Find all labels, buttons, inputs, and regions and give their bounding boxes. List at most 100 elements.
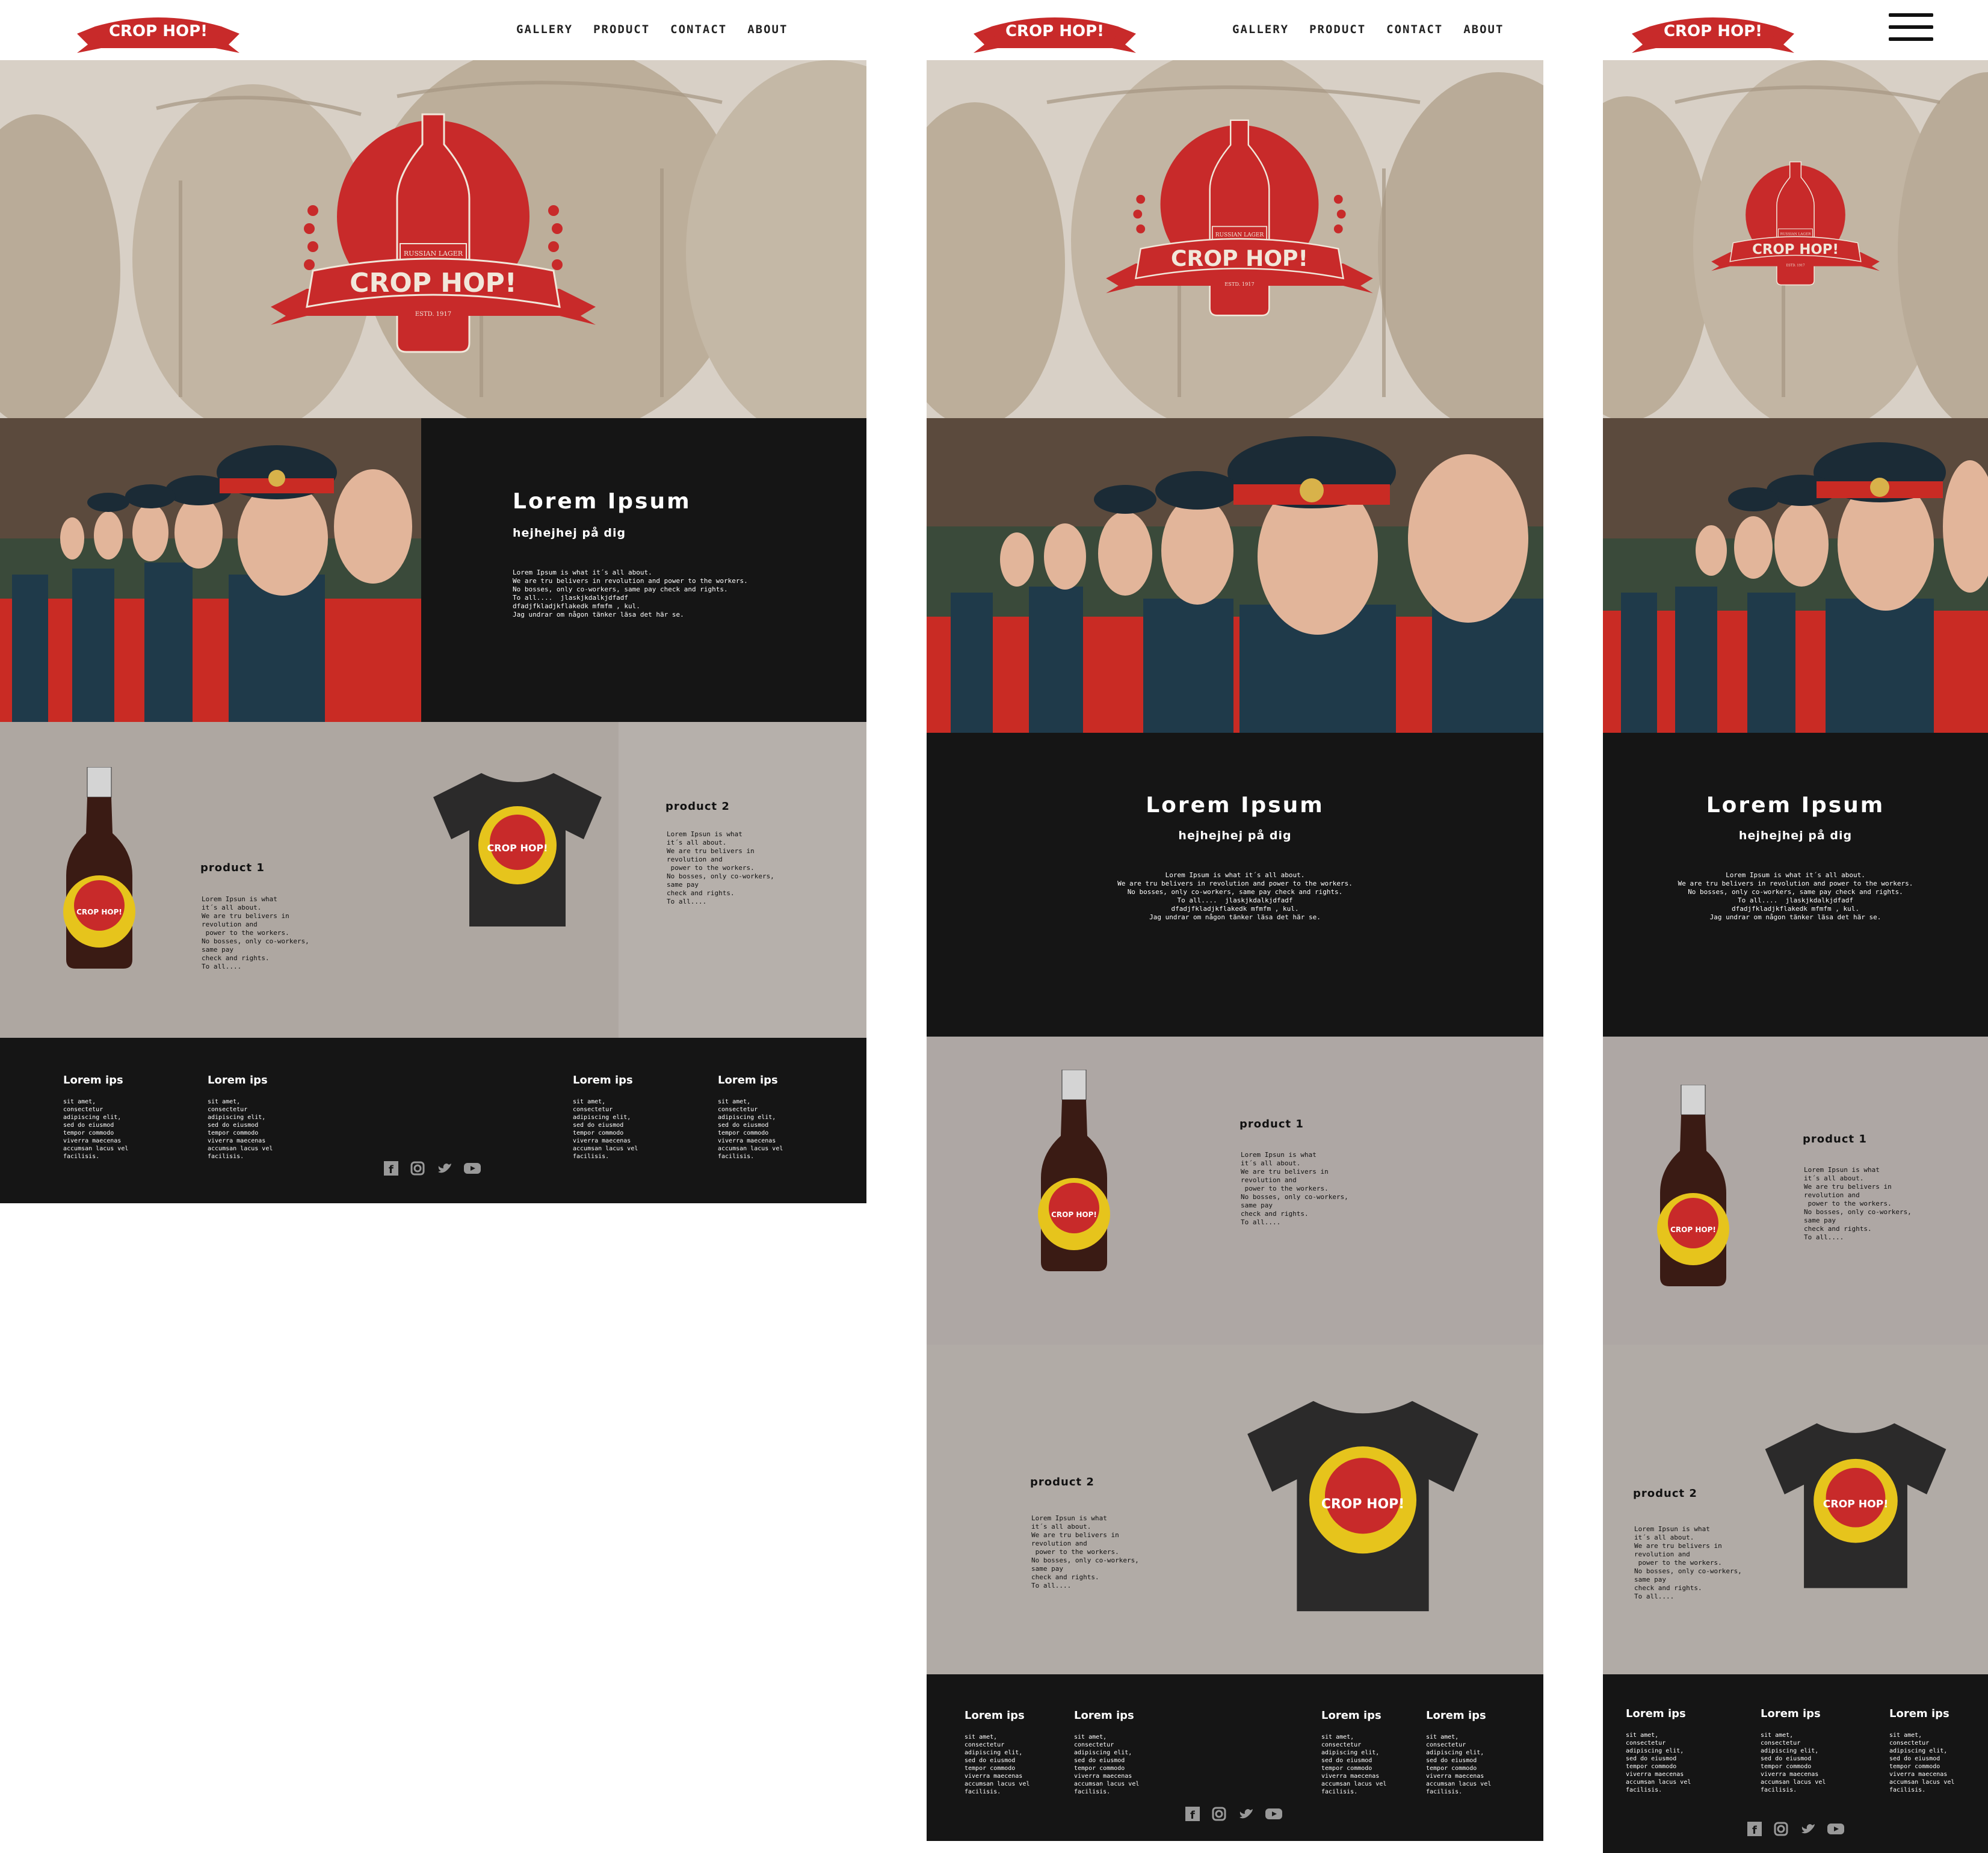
footer-col-4-body: sit amet, consectetur adipiscing elit, s… — [718, 1099, 783, 1160]
nav-links: GALLERY PRODUCT CONTACT ABOUT — [516, 23, 788, 36]
beer-bottle-image: CROP HOP! — [1657, 1085, 1729, 1286]
about-body: Lorem Ipsum is what it´s all about. We a… — [1117, 871, 1353, 921]
facebook-icon[interactable]: f — [1185, 1807, 1201, 1822]
about-title: Lorem Ipsum — [1146, 793, 1324, 818]
about-subtitle: hejhejhej på dig — [1738, 829, 1853, 842]
footer-col-2-heading: Lorem ips — [1761, 1707, 1821, 1720]
hero-banner: RUSSIAN LAGER CROP HOP! ESTD. 1917 — [1603, 60, 1988, 418]
tshirt-image: CROP HOP! — [1765, 1423, 1946, 1588]
youtube-icon[interactable] — [1265, 1807, 1282, 1820]
youtube-icon[interactable] — [1827, 1822, 1844, 1835]
svg-text:ESTD. 1917: ESTD. 1917 — [415, 311, 451, 318]
nav-contact[interactable]: CONTACT — [670, 23, 727, 36]
svg-text:CROP HOP!: CROP HOP! — [109, 22, 208, 40]
about-body: Lorem Ipsum is what it´s all about. We a… — [1678, 871, 1913, 921]
footer: Lorem ips sit amet, consectetur adipisci… — [927, 1674, 1543, 1841]
footer-col-2-body: sit amet, consectetur adipiscing elit, s… — [208, 1099, 273, 1160]
soldiers-photo — [927, 418, 1543, 733]
product-1-body: Lorem Ipsun is what it´s all about. We a… — [202, 895, 309, 970]
product-2-title: product 2 — [1633, 1487, 1697, 1500]
svg-text:CROP HOP!: CROP HOP! — [1823, 1498, 1888, 1510]
svg-text:f: f — [1190, 1809, 1195, 1821]
social-links: f — [1747, 1822, 1844, 1837]
footer-col-3-body: sit amet, consectetur adipiscing elit, s… — [573, 1099, 638, 1160]
beer-bottle-image: CROP HOP! — [63, 767, 135, 969]
svg-text:f: f — [1752, 1824, 1757, 1836]
nav-product[interactable]: PRODUCT — [593, 23, 650, 36]
svg-text:CROP HOP!: CROP HOP! — [1321, 1497, 1404, 1512]
svg-text:CROP HOP!: CROP HOP! — [1670, 1226, 1716, 1234]
about-section: Lorem Ipsum hejhejhej på dig Lorem Ipsum… — [421, 418, 866, 722]
product-1-section: CROP HOP! product 1 Lorem Ipsun is what … — [1603, 1037, 1988, 1345]
about-section: Lorem Ipsum hejhejhej på dig Lorem Ipsum… — [927, 733, 1543, 1037]
product-2-body: Lorem Ipsun is what it´s all about. We a… — [667, 830, 774, 905]
nav-gallery[interactable]: GALLERY — [516, 23, 573, 36]
instagram-icon[interactable] — [1774, 1822, 1789, 1836]
svg-text:f: f — [389, 1164, 394, 1176]
product-1-title: product 1 — [200, 862, 265, 874]
svg-text:ESTD. 1917: ESTD. 1917 — [1786, 264, 1804, 268]
footer-col-2-body: sit amet, consectetur adipiscing elit, s… — [1074, 1734, 1140, 1795]
svg-text:CROP HOP!: CROP HOP! — [350, 268, 517, 298]
tshirt-image: CROP HOP! — [1247, 1401, 1478, 1612]
hamburger-menu-icon[interactable] — [1889, 13, 1933, 43]
svg-text:CROP HOP!: CROP HOP! — [1664, 22, 1762, 40]
about-section: Lorem Ipsum hejhejhej på dig Lorem Ipsum… — [1603, 733, 1988, 1037]
nav-links: GALLERY PRODUCT CONTACT ABOUT — [1232, 23, 1504, 36]
footer-col-3-body: sit amet, consectetur adipiscing elit, s… — [1321, 1734, 1387, 1795]
facebook-icon[interactable]: f — [1747, 1822, 1763, 1837]
svg-text:ESTD. 1917: ESTD. 1917 — [1224, 281, 1254, 287]
footer-col-4-heading: Lorem ips — [1426, 1709, 1486, 1722]
svg-text:CROP HOP!: CROP HOP! — [1752, 242, 1839, 257]
nav-bar: CROP HOP! GALLERY PRODUCT CONTACT ABOUT — [927, 0, 1543, 60]
youtube-icon[interactable] — [463, 1161, 481, 1174]
nav-gallery[interactable]: GALLERY — [1232, 23, 1289, 36]
footer-col-2-body: sit amet, consectetur adipiscing elit, s… — [1761, 1732, 1826, 1793]
twitter-icon[interactable] — [1238, 1807, 1254, 1820]
footer-col-1-heading: Lorem ips — [965, 1709, 1025, 1722]
footer-col-3-heading: Lorem ips — [1889, 1707, 1949, 1720]
nav-bar: CROP HOP! GALLERY PRODUCT CONTACT ABOUT — [0, 0, 866, 60]
product-2-title: product 2 — [1030, 1476, 1094, 1488]
beer-bottle-image: CROP HOP! — [1038, 1070, 1110, 1271]
instagram-icon[interactable] — [1212, 1807, 1227, 1821]
footer-col-1-body: sit amet, consectetur adipiscing elit, s… — [965, 1734, 1030, 1795]
hero-banner: RUSSIAN LAGER CROP HOP! ESTD. 1917 — [927, 60, 1543, 418]
instagram-icon[interactable] — [410, 1161, 426, 1176]
hero-badge-logo: RUSSIAN LAGER CROP HOP! ESTD. 1917 — [271, 113, 596, 353]
svg-text:RUSSIAN LAGER: RUSSIAN LAGER — [1215, 232, 1264, 238]
twitter-icon[interactable] — [437, 1161, 452, 1174]
footer: Lorem ips sit amet, consectetur adipisci… — [0, 1038, 866, 1203]
nav-about[interactable]: ABOUT — [747, 23, 788, 36]
nav-contact[interactable]: CONTACT — [1386, 23, 1443, 36]
footer-col-1-body: sit amet, consectetur adipiscing elit, s… — [63, 1099, 129, 1160]
footer-col-1-body: sit amet, consectetur adipiscing elit, s… — [1626, 1732, 1691, 1793]
about-body: Lorem Ipsum is what it´s all about. We a… — [513, 569, 748, 618]
tshirt-image: CROP HOP! — [433, 773, 602, 926]
products-section: CROP HOP! product 1 Lorem Ipsun is what … — [0, 722, 866, 1038]
svg-text:RUSSIAN LAGER: RUSSIAN LAGER — [404, 250, 463, 257]
footer-col-2-heading: Lorem ips — [208, 1074, 268, 1087]
svg-text:CROP HOP!: CROP HOP! — [76, 908, 122, 916]
brand-logo[interactable]: CROP HOP! — [1626, 8, 1800, 57]
tablet-mockup: CROP HOP! GALLERY PRODUCT CONTACT ABOUT … — [927, 0, 1543, 1841]
brand-logo[interactable]: CROP HOP! — [968, 8, 1142, 57]
nav-product[interactable]: PRODUCT — [1309, 23, 1366, 36]
hero-badge-logo: RUSSIAN LAGER CROP HOP! ESTD. 1917 — [1106, 119, 1373, 316]
footer-col-3-heading: Lorem ips — [573, 1074, 633, 1087]
product-2-section: CROP HOP! product 2 Lorem Ipsun is what … — [1603, 1345, 1988, 1674]
brand-logo[interactable]: CROP HOP! — [71, 8, 245, 57]
hero-badge-logo: RUSSIAN LAGER CROP HOP! ESTD. 1917 — [1711, 161, 1880, 286]
facebook-icon[interactable]: f — [384, 1161, 400, 1176]
svg-text:CROP HOP!: CROP HOP! — [1171, 245, 1308, 271]
product-2-title: product 2 — [665, 800, 730, 813]
twitter-icon[interactable] — [1800, 1822, 1816, 1835]
social-links: f — [1185, 1807, 1282, 1822]
svg-text:CROP HOP!: CROP HOP! — [1005, 22, 1104, 40]
about-subtitle: hejhejhej på dig — [513, 526, 626, 540]
product-1-body: Lorem Ipsun is what it´s all about. We a… — [1804, 1166, 1912, 1241]
soldiers-photo — [1603, 418, 1988, 733]
nav-about[interactable]: ABOUT — [1463, 23, 1504, 36]
product-2-body: Lorem Ipsun is what it´s all about. We a… — [1031, 1514, 1139, 1589]
desktop-mockup: CROP HOP! GALLERY PRODUCT CONTACT ABOUT … — [0, 0, 866, 1203]
